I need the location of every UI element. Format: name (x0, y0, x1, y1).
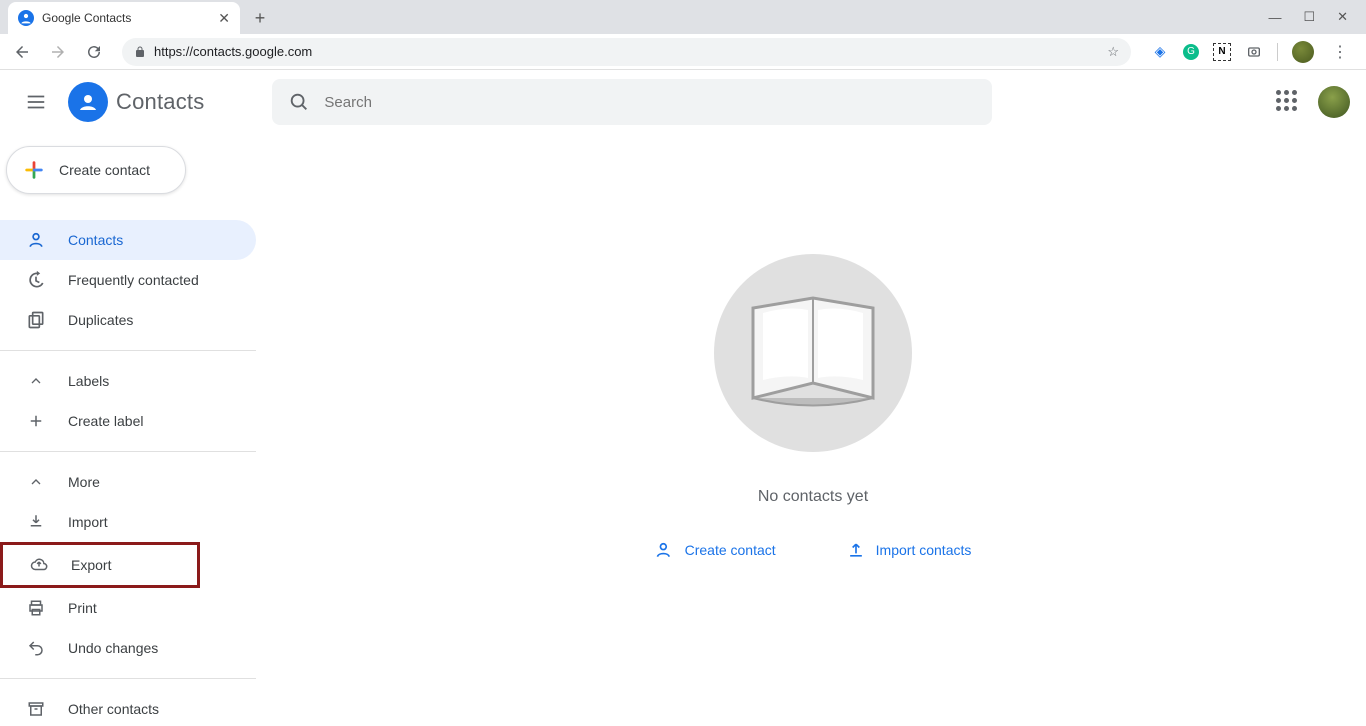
sidebar-item-label: Import (68, 514, 108, 530)
search-bar[interactable] (272, 79, 992, 125)
extension-icon[interactable]: N (1213, 43, 1231, 61)
separator (1277, 43, 1278, 61)
divider (0, 678, 256, 679)
search-icon (288, 91, 310, 113)
sidebar-item-label: Export (71, 557, 111, 573)
extension-icon[interactable]: ◈ (1151, 43, 1169, 61)
person-icon (26, 230, 46, 250)
sidebar-item-label: More (68, 474, 100, 490)
main-content: No contacts yet Create contact Import co… (260, 134, 1366, 726)
sidebar-item-label: Create label (68, 413, 144, 429)
address-bar[interactable]: https://contacts.google.com ☆ (122, 38, 1131, 66)
action-label: Create contact (685, 542, 776, 558)
print-icon (26, 598, 46, 618)
sidebar-item-contacts[interactable]: Contacts (0, 220, 256, 260)
import-icon (26, 512, 46, 532)
window-close-icon[interactable]: ✕ (1337, 9, 1348, 25)
duplicates-icon (26, 310, 46, 330)
plus-icon (26, 411, 46, 431)
reload-button[interactable] (80, 38, 108, 66)
toolbar: https://contacts.google.com ☆ ◈ G N ⋮ (0, 34, 1366, 70)
url-text: https://contacts.google.com (154, 44, 312, 59)
plus-icon (23, 159, 45, 181)
browser-chrome: Google Contacts ✕ + — ☐ ✕ https://contac… (0, 0, 1366, 70)
sidebar-item-label: Frequently contacted (68, 272, 199, 288)
extension-icon[interactable]: G (1183, 44, 1199, 60)
sidebar-item-label: Undo changes (68, 640, 158, 656)
empty-state-text: No contacts yet (758, 488, 868, 506)
extensions: ◈ G N ⋮ (1145, 41, 1358, 63)
create-contact-label: Create contact (59, 162, 150, 178)
chevron-up-icon (26, 371, 46, 391)
sidebar-item-undo[interactable]: Undo changes (0, 628, 256, 668)
create-contact-button[interactable]: Create contact (6, 146, 186, 194)
app-title: Contacts (116, 89, 204, 115)
import-contacts-link[interactable]: Import contacts (846, 540, 972, 560)
back-button[interactable] (8, 38, 36, 66)
search-input[interactable] (324, 94, 976, 111)
action-label: Import contacts (876, 542, 972, 558)
main-menu-button[interactable] (16, 82, 56, 122)
sidebar-item-frequent[interactable]: Frequently contacted (0, 260, 256, 300)
person-add-icon (655, 540, 675, 560)
lock-icon (134, 46, 146, 58)
sidebar-item-label: Print (68, 600, 97, 616)
undo-icon (26, 638, 46, 658)
sidebar-item-other[interactable]: Other contacts (0, 689, 256, 726)
empty-actions: Create contact Import contacts (655, 540, 972, 560)
tab-favicon (18, 10, 34, 26)
create-contact-link[interactable]: Create contact (655, 540, 776, 560)
sidebar-item-more[interactable]: More (0, 462, 256, 502)
export-highlight: Export (0, 542, 200, 588)
history-icon (26, 270, 46, 290)
forward-button[interactable] (44, 38, 72, 66)
sidebar-item-duplicates[interactable]: Duplicates (0, 300, 256, 340)
sidebar-item-label: Contacts (68, 232, 123, 248)
tab-bar: Google Contacts ✕ + — ☐ ✕ (0, 0, 1366, 34)
window-controls: — ☐ ✕ (1268, 0, 1366, 34)
window-minimize-icon[interactable]: — (1268, 10, 1281, 25)
divider (0, 451, 256, 452)
sidebar: Create contact Contacts Frequently conta… (0, 134, 260, 726)
browser-tab[interactable]: Google Contacts ✕ (8, 2, 240, 34)
sidebar-item-label: Duplicates (68, 312, 133, 328)
chrome-menu-icon[interactable]: ⋮ (1328, 42, 1352, 62)
archive-icon (26, 699, 46, 719)
tab-title: Google Contacts (42, 11, 210, 25)
divider (0, 350, 256, 351)
sidebar-item-export[interactable]: Export (3, 545, 197, 585)
account-avatar[interactable] (1318, 86, 1350, 118)
sidebar-item-create-label[interactable]: Create label (0, 401, 256, 441)
chrome-profile-avatar[interactable] (1292, 41, 1314, 63)
bookmark-star-icon[interactable]: ☆ (1107, 44, 1119, 60)
chevron-up-icon (26, 472, 46, 492)
google-apps-icon[interactable] (1276, 90, 1300, 114)
sidebar-item-label: Other contacts (68, 701, 159, 717)
sidebar-item-label: Labels (68, 373, 109, 389)
contacts-logo-icon (68, 82, 108, 122)
search-container (272, 79, 992, 125)
extension-icon[interactable] (1245, 43, 1263, 61)
sidebar-item-labels[interactable]: Labels (0, 361, 256, 401)
app-header: Contacts (0, 70, 1366, 134)
export-icon (29, 555, 49, 575)
sidebar-item-import[interactable]: Import (0, 502, 256, 542)
app: Contacts (0, 70, 1366, 726)
sidebar-item-print[interactable]: Print (0, 588, 256, 628)
upload-icon (846, 540, 866, 560)
new-tab-button[interactable]: + (246, 4, 274, 32)
app-logo[interactable]: Contacts (68, 82, 204, 122)
window-maximize-icon[interactable]: ☐ (1303, 9, 1315, 25)
empty-state-illustration (714, 254, 912, 452)
tab-close-icon[interactable]: ✕ (218, 10, 230, 27)
